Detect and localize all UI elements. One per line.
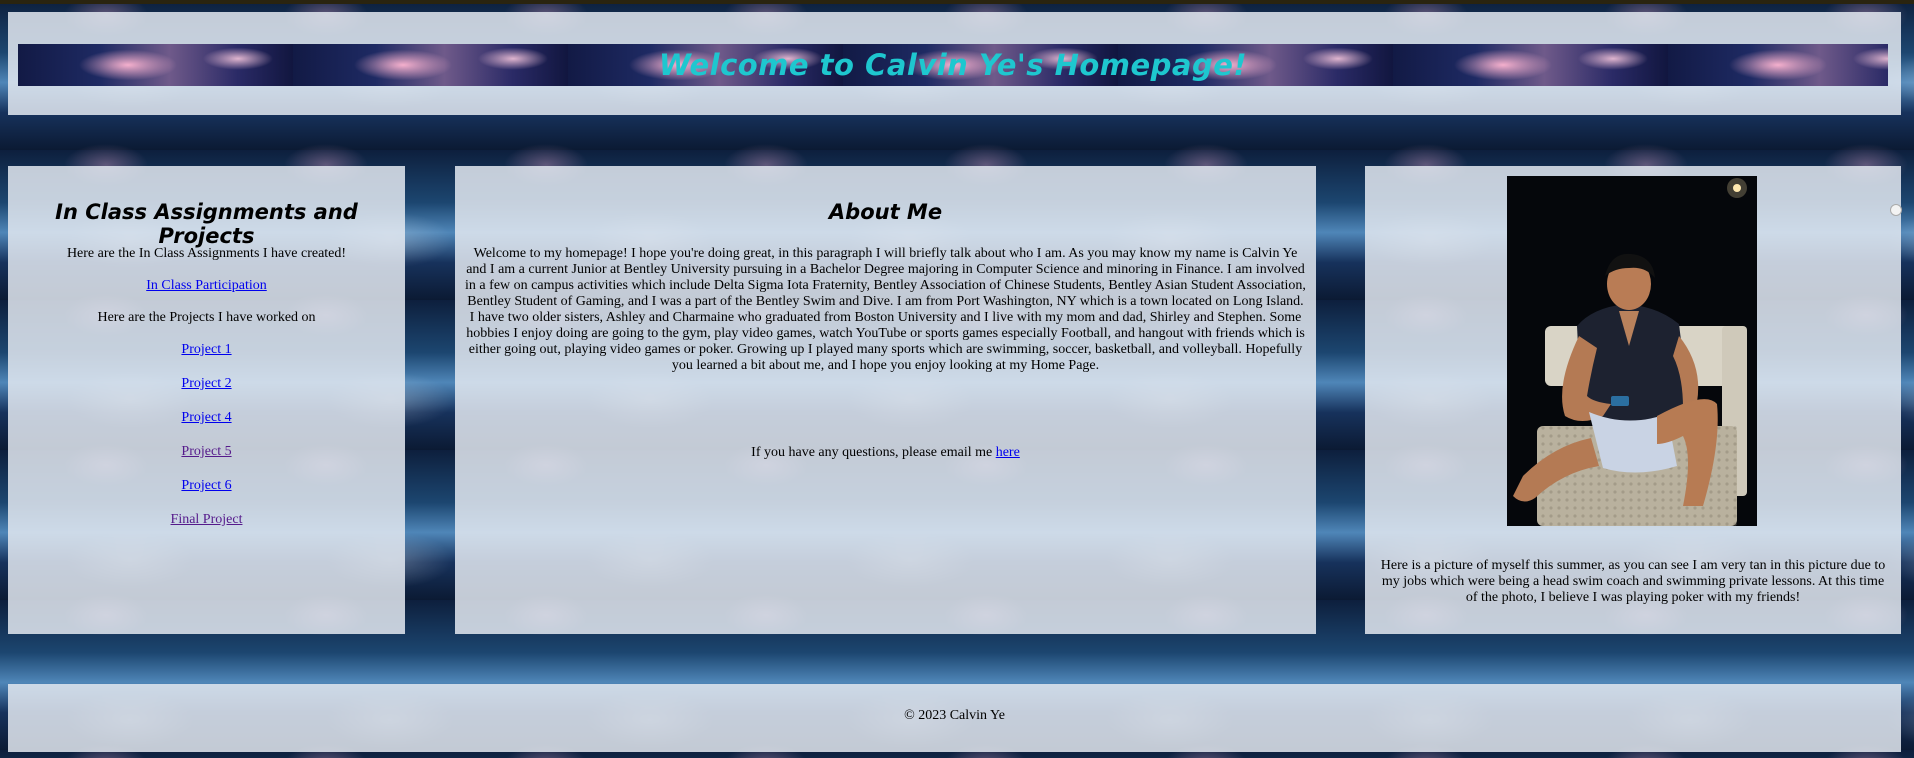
assignments-intro: Here are the In Class Assignments I have… — [66, 246, 347, 261]
page-title: Welcome to Calvin Ye's Homepage! — [658, 48, 1248, 82]
about-panel: About Me Welcome to my homepage! I hope … — [455, 166, 1316, 634]
assignments-panel: In Class Assignments and Projects Here a… — [8, 166, 405, 634]
photo-caption: Here is a picture of myself this summer,… — [1380, 558, 1886, 605]
window-top-edge — [0, 0, 1914, 4]
project-5-link[interactable]: Project 5 — [181, 444, 231, 459]
email-line: If you have any questions, please email … — [455, 445, 1316, 461]
header-panel: Welcome to Calvin Ye's Homepage! — [8, 12, 1901, 115]
project-6-link[interactable]: Project 6 — [181, 478, 231, 493]
copyright-text: © 2023 Calvin Ye — [904, 708, 1005, 723]
project-1-link[interactable]: Project 1 — [181, 342, 231, 357]
in-class-participation-link[interactable]: In Class Participation — [146, 278, 267, 293]
footer-panel: © 2023 Calvin Ye — [8, 684, 1901, 752]
extension-badge-icon[interactable] — [1890, 204, 1902, 216]
about-title: About Me — [828, 200, 943, 224]
project-2-link[interactable]: Project 2 — [181, 376, 231, 391]
final-project-link[interactable]: Final Project — [171, 512, 243, 527]
assignments-title: In Class Assignments and Projects — [55, 200, 358, 248]
email-link[interactable]: here — [996, 445, 1020, 460]
about-paragraph: Welcome to my homepage! I hope you're do… — [465, 246, 1306, 373]
project-4-link[interactable]: Project 4 — [181, 410, 231, 425]
profile-photo — [1507, 176, 1757, 526]
header-banner: Welcome to Calvin Ye's Homepage! — [18, 44, 1888, 86]
email-prefix: If you have any questions, please email … — [751, 445, 996, 460]
projects-intro: Here are the Projects I have worked on — [97, 310, 316, 325]
photo-panel: Here is a picture of myself this summer,… — [1365, 166, 1901, 634]
